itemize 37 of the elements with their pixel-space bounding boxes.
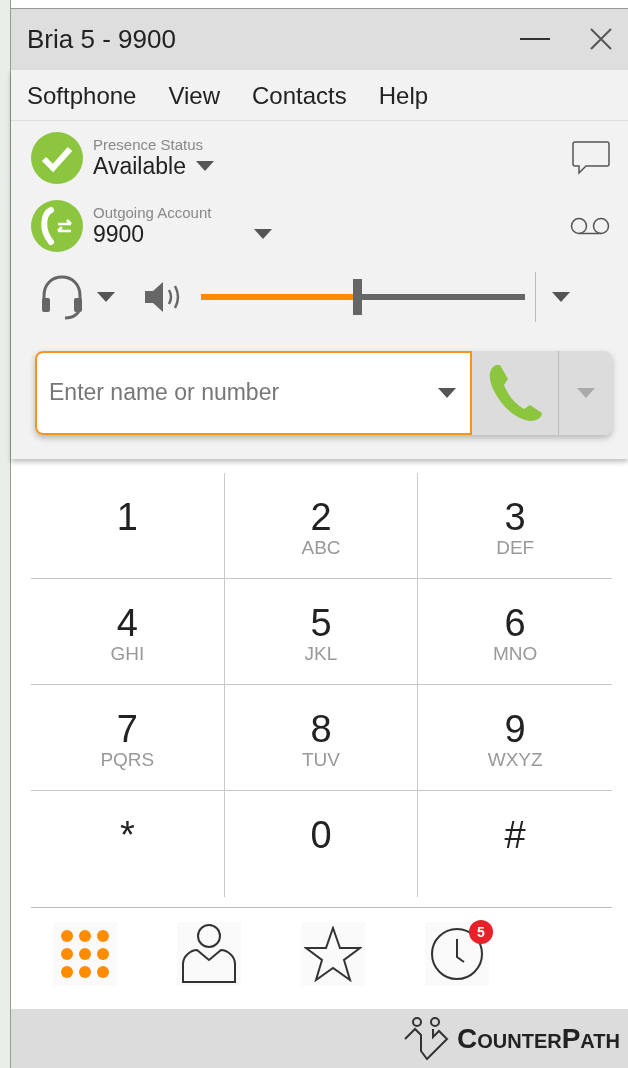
brand-name: CounterPath	[457, 1022, 620, 1055]
favorites-tab[interactable]	[301, 921, 365, 986]
dial-input-field[interactable]: Enter name or number	[35, 350, 472, 435]
caret-icon[interactable]	[97, 291, 115, 302]
person-icon	[181, 923, 237, 984]
menu-item[interactable]: View	[168, 81, 221, 110]
menu-item[interactable]: Softphone	[27, 81, 137, 110]
star-icon	[304, 925, 362, 982]
caret-icon	[576, 387, 595, 398]
account-label: Outgoing Account	[93, 203, 213, 221]
headset-icon[interactable]	[39, 273, 85, 320]
chat-icon[interactable]	[572, 140, 610, 175]
keypad-key[interactable]: 1	[31, 472, 225, 579]
clock-icon	[430, 926, 484, 981]
presence-status[interactable]: Available	[93, 152, 186, 180]
phone-transfer-icon	[31, 199, 83, 252]
keypad-key[interactable]: 7 PQRS	[31, 684, 225, 791]
presence-label: Presence Status	[93, 135, 205, 153]
account-number[interactable]: 9900	[93, 220, 145, 248]
caret-icon[interactable]	[438, 387, 456, 398]
window-title: Bria 5 - 9900	[27, 23, 177, 55]
volume-slider[interactable]	[201, 278, 525, 315]
keypad-key[interactable]: 8 TUV	[224, 684, 419, 791]
caret-icon[interactable]	[254, 229, 273, 240]
keypad-key[interactable]: 4 GHI	[31, 578, 225, 685]
keypad-key[interactable]: 2 ABC	[224, 472, 419, 579]
dialpad-icon	[59, 927, 111, 980]
keypad-key[interactable]: 5 JKL	[224, 578, 419, 685]
caret-icon[interactable]	[195, 161, 214, 172]
menu-item[interactable]: Help	[378, 81, 429, 110]
menu-item[interactable]: Contacts	[252, 81, 347, 110]
close-button[interactable]	[590, 28, 612, 51]
available-check-icon	[31, 131, 83, 184]
voicemail-icon[interactable]	[570, 216, 610, 235]
caret-icon[interactable]	[552, 291, 570, 302]
count-badge: 5	[469, 919, 493, 944]
contacts-tab[interactable]	[177, 921, 241, 986]
